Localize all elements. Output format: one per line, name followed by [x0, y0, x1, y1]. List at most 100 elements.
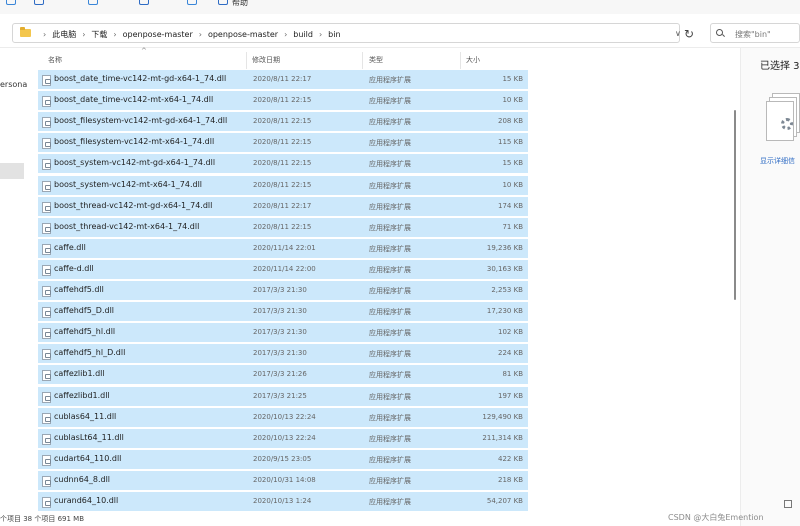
file-type: 应用程序扩展 — [369, 350, 411, 359]
file-row[interactable]: caffehdf5.dll 2017/3/3 21:30 应用程序扩展 2,253 K… — [38, 280, 528, 300]
search-input[interactable]: 搜索"bin" — [710, 23, 800, 43]
file-size: 81 KB — [502, 370, 523, 379]
file-date: 2020/8/11 22:15 — [253, 96, 312, 105]
file-name: boost_date_time-vc142-mt-gd-x64-1_74.dll — [54, 74, 227, 83]
dll-file-icon — [42, 96, 51, 108]
gear-icon — [781, 118, 793, 130]
file-date: 2020/8/11 22:15 — [253, 180, 312, 189]
file-row[interactable]: boost_filesystem-vc142-mt-gd-x64-1_74.dl… — [38, 111, 528, 132]
file-row[interactable]: caffezlib1.dll 2017/3/3 21:26 应用程序扩展 81 KB — [38, 364, 528, 385]
column-divider[interactable] — [362, 52, 363, 70]
file-row[interactable]: caffe.dll 2020/11/14 22:01 应用程序扩展 19,236 KB — [38, 237, 528, 258]
file-size: 174 KB — [498, 201, 523, 210]
file-type: 应用程序扩展 — [369, 202, 411, 211]
dll-file-icon — [42, 75, 51, 86]
file-name: boost_thread-vc142-mt-x64-1_74.dll — [54, 221, 200, 231]
dll-file-icon — [42, 497, 51, 508]
file-row[interactable]: boost_date_time-vc142-mt-gd-x64-1_74.dll… — [38, 69, 528, 89]
file-row[interactable]: boost_date_time-vc142-mt-x64-1_74.dll 202… — [38, 90, 528, 111]
chevron-right-icon: › — [43, 30, 47, 39]
details-view-icon[interactable] — [784, 500, 792, 508]
file-type: 应用程序扩展 — [369, 223, 411, 232]
file-row[interactable]: caffehdf5_hl.dll 2017/3/3 21:30 应用程序扩展 102 … — [38, 322, 528, 343]
selection-count: 已选择 3 — [760, 61, 800, 72]
file-name: cudart64_110.dll — [54, 453, 122, 463]
file-row[interactable]: caffe-d.dll 2020/11/14 22:00 应用程序扩展 30,163 … — [38, 258, 528, 279]
file-row[interactable]: boost_filesystem-vc142-mt-x64-1_74.dll 20… — [38, 132, 528, 153]
column-divider[interactable] — [460, 52, 461, 70]
scrollbar-thumb[interactable] — [734, 110, 736, 300]
column-header-date[interactable]: 修改日期 — [252, 55, 280, 67]
toolbar-icon[interactable] — [88, 0, 98, 5]
file-size: 2,253 KB — [491, 286, 523, 294]
file-date: 2020/10/31 14:08 — [253, 475, 316, 484]
show-details-link[interactable]: 显示详细信 — [760, 156, 795, 166]
file-name: boost_filesystem-vc142-mt-gd-x64-1_74.dl… — [54, 116, 228, 126]
breadcrumb-item[interactable]: 下载 — [91, 29, 107, 40]
file-row[interactable]: curand64_10.dll 2020/10/13 1:24 应用程序扩展 54,2… — [38, 491, 528, 511]
dll-file-icon — [42, 370, 51, 382]
file-type: 应用程序扩展 — [369, 498, 411, 506]
file-row[interactable]: boost_thread-vc142-mt-x64-1_74.dll 2020/8… — [38, 216, 528, 237]
column-header-name[interactable]: 名称 — [48, 55, 62, 67]
refresh-icon[interactable]: ↻ — [684, 27, 694, 41]
address-bar[interactable]: › 此电脑 › 下载 › openpose-master › openpose-… — [12, 23, 681, 43]
file-row[interactable]: caffehdf5_D.dll 2017/3/3 21:30 应用程序扩展 17,23… — [38, 301, 528, 322]
file-type: 应用程序扩展 — [369, 371, 411, 380]
toolbar-icon[interactable] — [187, 0, 197, 5]
chevron-down-icon[interactable]: ∨ — [675, 29, 681, 38]
toolbar-icon[interactable] — [139, 0, 149, 5]
file-date: 2020/8/11 22:15 — [253, 222, 312, 231]
dll-file-icon — [42, 243, 51, 255]
file-date: 2020/8/11 22:17 — [253, 201, 312, 210]
file-name: boost_system-vc142-mt-x64-1_74.dll — [54, 179, 203, 189]
file-type: 应用程序扩展 — [369, 287, 411, 295]
dll-file-icon — [42, 391, 51, 403]
nav-item-label[interactable]: ersona — [0, 80, 27, 89]
file-row[interactable]: boost_system-vc142-mt-gd-x64-1_74.dll 202… — [38, 153, 528, 174]
file-size: 197 KB — [498, 391, 523, 400]
file-type: 应用程序扩展 — [369, 139, 411, 148]
file-name: cublasLt64_11.dll — [54, 432, 124, 442]
file-size: 422 KB — [498, 454, 523, 463]
status-bar-text: 个项目 38 个项目 691 MB — [0, 515, 85, 523]
breadcrumb: › 此电脑 › 下载 › openpose-master › openpose-… — [37, 29, 341, 40]
toolbar-help-label[interactable]: 帮助 — [232, 0, 248, 8]
dll-file-icon — [42, 286, 51, 297]
column-divider[interactable] — [246, 52, 247, 70]
help-icon[interactable] — [218, 0, 228, 5]
file-row[interactable]: boost_thread-vc142-mt-gd-x64-1_74.dll 202… — [38, 195, 528, 216]
dll-file-icon — [42, 328, 51, 340]
file-date: 2020/9/15 23:05 — [253, 454, 312, 463]
file-name: boost_system-vc142-mt-gd-x64-1_74.dll — [54, 158, 216, 168]
toolbar-icon[interactable] — [6, 0, 16, 5]
dll-file-icon — [42, 117, 51, 129]
file-name: caffe.dll — [54, 242, 86, 252]
file-name: cublas64_11.dll — [54, 411, 117, 421]
file-row[interactable]: cudart64_110.dll 2020/9/15 23:05 应用程序扩展 422… — [38, 448, 528, 469]
column-header-size[interactable]: 大小 — [466, 55, 480, 67]
file-row[interactable]: boost_system-vc142-mt-x64-1_74.dll 2020/8… — [38, 174, 528, 195]
toolbar-icon[interactable] — [34, 0, 44, 5]
file-row[interactable]: cublasLt64_11.dll 2020/10/13 22:24 应用程序扩展 2… — [38, 427, 528, 448]
breadcrumb-item[interactable]: openpose-master — [208, 30, 278, 39]
file-row[interactable]: caffehdf5_hl_D.dll 2017/3/3 21:30 应用程序扩展 22… — [38, 343, 528, 364]
dll-file-icon — [42, 138, 51, 150]
file-row[interactable]: caffezlibd1.dll 2017/3/3 21:25 应用程序扩展 197 K… — [38, 385, 528, 406]
breadcrumb-item[interactable]: build — [293, 30, 313, 39]
file-row[interactable]: cudnn64_8.dll 2020/10/31 14:08 应用程序扩展 218 K… — [38, 469, 528, 490]
file-row[interactable]: cublas64_11.dll 2020/10/13 22:24 应用程序扩展 129… — [38, 406, 528, 427]
dll-file-icon — [42, 454, 51, 466]
breadcrumb-item[interactable]: openpose-master — [123, 30, 193, 39]
breadcrumb-item[interactable]: 此电脑 — [52, 29, 76, 40]
chevron-right-icon: › — [284, 30, 288, 39]
chevron-right-icon: › — [82, 30, 86, 39]
breadcrumb-item[interactable]: bin — [328, 30, 340, 39]
chevron-right-icon: › — [318, 30, 323, 39]
file-type: 应用程序扩展 — [369, 76, 411, 84]
nav-item-selected[interactable] — [0, 163, 24, 179]
dll-file-icon — [42, 222, 51, 234]
column-header-type[interactable]: 类型 — [369, 55, 383, 67]
dll-file-icon — [42, 475, 51, 487]
file-size: 129,490 KB — [482, 412, 523, 421]
